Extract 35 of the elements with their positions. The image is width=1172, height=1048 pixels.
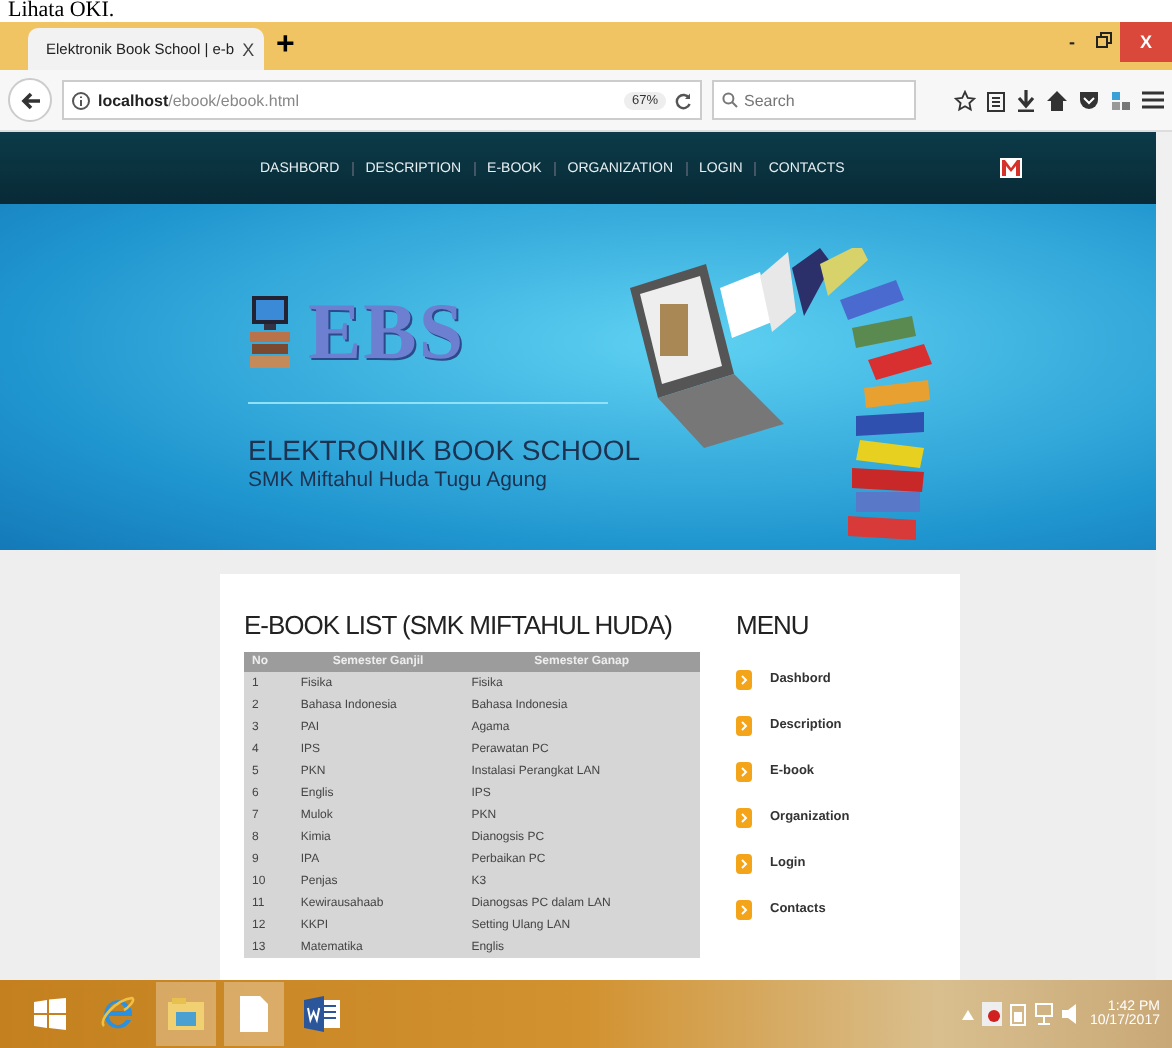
- menu-heading: MENU: [736, 610, 811, 640]
- banner-subtitle: SMK Miftahul Huda Tugu Agung: [248, 468, 549, 492]
- back-button[interactable]: [8, 78, 52, 122]
- info-icon: [72, 91, 90, 109]
- reload-icon[interactable]: [674, 91, 692, 109]
- restore-icon: [1096, 32, 1112, 48]
- caption-text: Lihata OKI.: [6, 0, 117, 22]
- shield-icon[interactable]: [1078, 89, 1100, 111]
- logo-text: EBS: [308, 284, 466, 378]
- bookmark-star-icon[interactable]: [954, 89, 976, 111]
- list-heading: E-BOOK LIST (SMK MIFTAHUL HUDA): [244, 610, 674, 640]
- arrow-bullet-icon: [736, 853, 752, 873]
- close-button[interactable]: X: [1120, 22, 1172, 62]
- search-box[interactable]: Search: [712, 80, 916, 120]
- minimize-button[interactable]: -: [1056, 22, 1088, 62]
- scrollbar[interactable]: [1156, 132, 1172, 980]
- search-icon: [722, 92, 738, 108]
- arrow-bullet-icon: [736, 715, 752, 735]
- arrow-bullet-icon: [736, 807, 752, 827]
- home-icon[interactable]: [1046, 89, 1068, 111]
- arrow-bullet-icon: [736, 669, 752, 689]
- tab-close-button[interactable]: X: [242, 39, 255, 59]
- computer-books-icon: [248, 291, 292, 371]
- download-icon[interactable]: [1016, 89, 1036, 111]
- arrow-bullet-icon: [736, 899, 752, 919]
- menu-icon[interactable]: [1142, 90, 1164, 110]
- mail-icon[interactable]: [1000, 158, 1023, 178]
- windows-logo-icon: [34, 998, 66, 1030]
- banner-title: ELEKTRONIK BOOK SCHOOL: [248, 432, 643, 468]
- back-arrow-icon: [19, 89, 41, 111]
- url-text: localhost/ebook/ebook.html: [98, 91, 299, 109]
- clipboard-icon[interactable]: [986, 89, 1006, 111]
- search-field[interactable]: Search: [744, 91, 904, 109]
- arrow-bullet-icon: [736, 761, 752, 781]
- new-tab-button[interactable]: +: [264, 28, 307, 64]
